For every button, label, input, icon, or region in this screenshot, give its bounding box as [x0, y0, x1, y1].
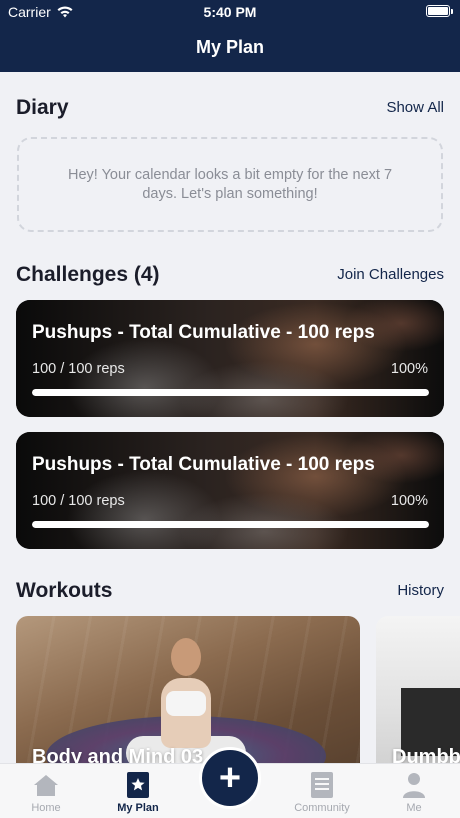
status-time: 5:40 PM: [203, 4, 257, 20]
challenge-progress-text: 100 / 100 reps: [32, 493, 125, 509]
join-challenges-link[interactable]: Join Challenges: [337, 266, 444, 283]
challenge-card[interactable]: Pushups - Total Cumulative - 100 reps 10…: [16, 432, 444, 549]
challenge-title: Pushups - Total Cumulative - 100 reps: [32, 454, 375, 475]
challenge-background-image: [16, 300, 444, 417]
tab-label: Home: [31, 802, 61, 814]
diary-heading: Diary: [16, 96, 69, 119]
challenge-percent: 100%: [390, 361, 428, 377]
challenge-percent: 100%: [390, 493, 428, 509]
challenges-heading: Challenges (4): [16, 263, 160, 286]
status-bar: Carrier 5:40 PM: [0, 0, 460, 24]
workouts-heading: Workouts: [16, 579, 113, 602]
tab-home[interactable]: Home: [0, 764, 92, 818]
tab-my-plan[interactable]: My Plan: [92, 764, 184, 818]
challenge-title: Pushups - Total Cumulative - 100 reps: [32, 322, 375, 343]
person-image: [171, 638, 201, 676]
tab-label: My Plan: [117, 802, 159, 814]
home-icon: [33, 772, 59, 798]
challenge-progress-bar: [32, 521, 429, 528]
challenge-progress-bar: [32, 389, 429, 396]
app-header: Carrier 5:40 PM My Plan: [0, 0, 460, 72]
challenge-progress-fill: [32, 389, 429, 396]
tab-label: Me: [406, 802, 422, 814]
battery-icon: [426, 5, 453, 17]
tab-me[interactable]: Me: [368, 764, 460, 818]
page-title: My Plan: [195, 37, 265, 57]
show-all-link[interactable]: Show All: [386, 99, 444, 116]
star-icon: [125, 772, 151, 798]
document-icon: [309, 772, 335, 798]
challenge-progress-fill: [32, 521, 429, 528]
diary-empty-message: Hey! Your calendar looks a bit empty for…: [67, 166, 393, 202]
workout-card[interactable]: Dumbb: [376, 616, 460, 776]
add-button[interactable]: +: [199, 747, 261, 809]
challenge-progress-text: 100 / 100 reps: [32, 361, 125, 377]
diary-empty-state: Hey! Your calendar looks a bit empty for…: [17, 137, 443, 232]
person-icon: [401, 772, 427, 798]
workout-card[interactable]: Body and Mind 03: [16, 616, 360, 776]
challenge-card[interactable]: Pushups - Total Cumulative - 100 reps 10…: [16, 300, 444, 417]
challenge-background-image: [16, 432, 444, 549]
tab-community[interactable]: Community: [276, 764, 368, 818]
plus-icon: +: [218, 757, 242, 799]
history-link[interactable]: History: [397, 582, 444, 599]
tab-label: Community: [294, 802, 350, 814]
